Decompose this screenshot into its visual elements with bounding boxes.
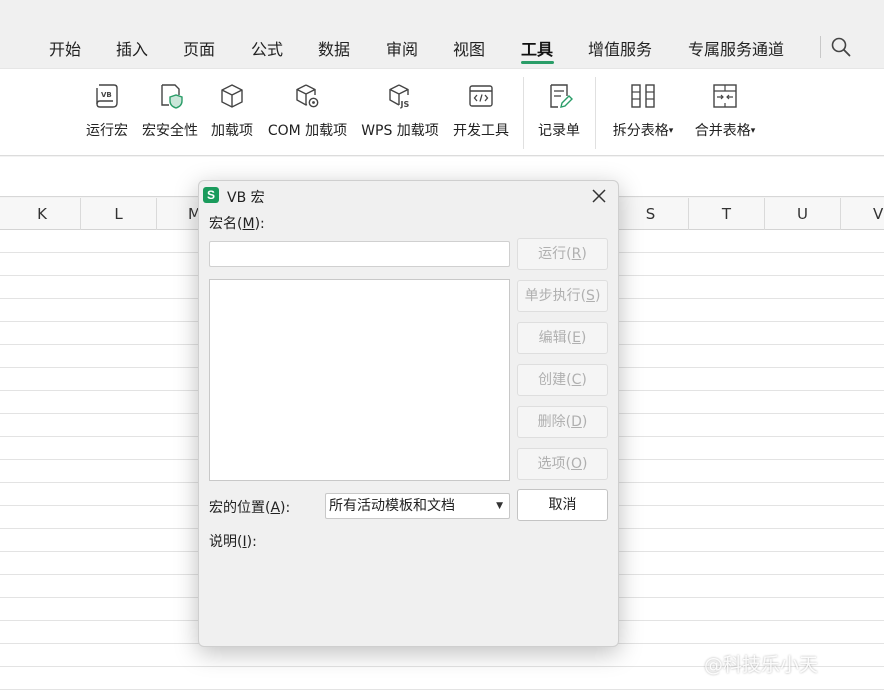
delete-button[interactable]: 删除(D) [517,406,608,438]
run-button[interactable]: 运行(R) [517,238,608,270]
active-tab-indicator [521,61,554,64]
split-table-label: 拆分表格▾ [607,120,679,140]
ribbon-separator [595,77,596,149]
macro-name-input[interactable] [209,241,510,267]
column-header-l[interactable]: L [81,198,157,230]
watermark: @科技乐小天 [704,654,819,676]
run-button-accesskey: R [571,246,582,262]
step-into-button-text: 单步执行 [524,288,581,304]
dev-tools-label: 开发工具 [453,123,509,139]
wps-addins-button[interactable]: JS WPS 加载项 [359,69,441,157]
macro-location-select[interactable]: 所有活动模板和文档 ▼ [325,493,510,519]
delete-button-text: 删除 [537,414,566,430]
run-macro-label: 运行宏 [86,123,128,139]
wps-spreadsheet-logo-icon: S [203,187,219,203]
column-header-v[interactable]: V [841,198,884,230]
create-button[interactable]: 创建(C) [517,364,608,396]
dev-tools-button[interactable]: 开发工具 [450,69,512,157]
tab-exclusive-service[interactable]: 专属服务通道 [688,36,784,60]
options-button[interactable]: 选项(O) [517,448,608,480]
split-table-text: 拆分表格 [612,123,669,139]
merge-table-button[interactable]: 合并表格▾ [689,69,761,157]
run-button-text: 运行 [538,246,567,262]
macro-location-accesskey: A [270,500,281,516]
macro-location-label: 宏的位置(A): [209,500,291,516]
macro-location-text: 宏的位置 [209,500,265,516]
record-sheet-label: 记录单 [538,123,580,139]
column-header-t[interactable]: T [689,198,765,230]
macro-name-text: 宏名 [209,216,237,232]
tab-view[interactable]: 视图 [453,36,485,60]
close-icon[interactable] [589,186,609,206]
edit-button[interactable]: 编辑(E) [517,322,608,354]
wps-addins-label: WPS 加载项 [361,123,439,139]
tab-page[interactable]: 页面 [183,36,215,60]
edit-button-text: 编辑 [538,330,567,346]
merge-table-label: 合并表格▾ [689,120,761,140]
menu-bar: 开始 插入 页面 公式 数据 审阅 视图 工具 增值服务 专属服务通道 [0,0,884,68]
ribbon-toolbar: VB 运行宏 宏安全性 加载项 COM 加载项 JS WPS 加载项 开发工具 … [0,68,884,156]
options-button-text: 选项 [537,456,566,472]
chevron-down-icon: ▾ [750,126,756,136]
svg-text:VB: VB [101,91,112,99]
run-macro-button[interactable]: VB 运行宏 [84,69,130,157]
macro-security-button[interactable]: 宏安全性 [139,69,201,157]
form-edit-icon [550,84,573,108]
dropdown-arrow-icon: ▼ [496,501,503,511]
split-table-icon [631,84,655,108]
tab-tools[interactable]: 工具 [521,36,553,60]
addins-button[interactable]: 加载项 [208,69,256,157]
search-icon[interactable] [830,36,852,58]
menu-separator [820,36,821,58]
description-area [209,553,609,633]
edit-button-accesskey: E [572,330,581,346]
addins-label: 加载项 [211,123,253,139]
tab-insert[interactable]: 插入 [116,36,148,60]
description-text: 说明 [209,534,237,550]
ribbon-separator [523,77,524,149]
description-accesskey: I [242,534,247,550]
vb-macro-dialog: S VB 宏 宏名(M): 运行(R) 单步执行(S) 编辑(E) 创建(C) … [198,180,619,647]
svg-text:JS: JS [400,100,410,109]
description-label: 说明(I): [209,534,257,550]
cancel-button[interactable]: 取消 [517,489,608,521]
cube-js-icon: JS [389,84,410,109]
cube-gear-icon [296,84,319,108]
merge-table-text: 合并表格 [694,123,751,139]
cube-icon [221,84,243,108]
vb-script-icon: VB [96,84,118,108]
record-sheet-button[interactable]: 记录单 [535,69,583,157]
chevron-down-icon: ▾ [668,126,674,136]
com-addins-button[interactable]: COM 加载项 [265,69,350,157]
column-header-k[interactable]: K [4,198,81,230]
options-button-accesskey: O [570,456,583,472]
merge-table-icon [713,84,737,108]
tab-review[interactable]: 审阅 [386,36,418,60]
tab-data[interactable]: 数据 [318,36,350,60]
code-window-icon [469,85,493,107]
macro-name-accesskey: M [242,216,255,232]
delete-button-accesskey: D [571,414,582,430]
macro-list[interactable] [209,279,510,481]
column-header-u[interactable]: U [765,198,841,230]
macro-security-label: 宏安全性 [142,123,198,139]
create-button-accesskey: C [571,372,582,388]
com-addins-label: COM 加载项 [267,123,348,139]
step-into-button-accesskey: S [586,288,595,304]
column-header-s[interactable]: S [613,198,689,230]
split-table-button[interactable]: 拆分表格▾ [607,69,679,157]
dialog-title: VB 宏 [227,190,265,206]
document-shield-icon [161,84,183,109]
tab-value-added[interactable]: 增值服务 [588,36,652,60]
tab-home[interactable]: 开始 [49,36,81,60]
step-into-button[interactable]: 单步执行(S) [517,280,608,312]
macro-name-label: 宏名(M): [209,216,265,232]
macro-location-value: 所有活动模板和文档 [329,498,455,514]
tab-formula[interactable]: 公式 [251,36,283,60]
create-button-text: 创建 [538,372,567,388]
